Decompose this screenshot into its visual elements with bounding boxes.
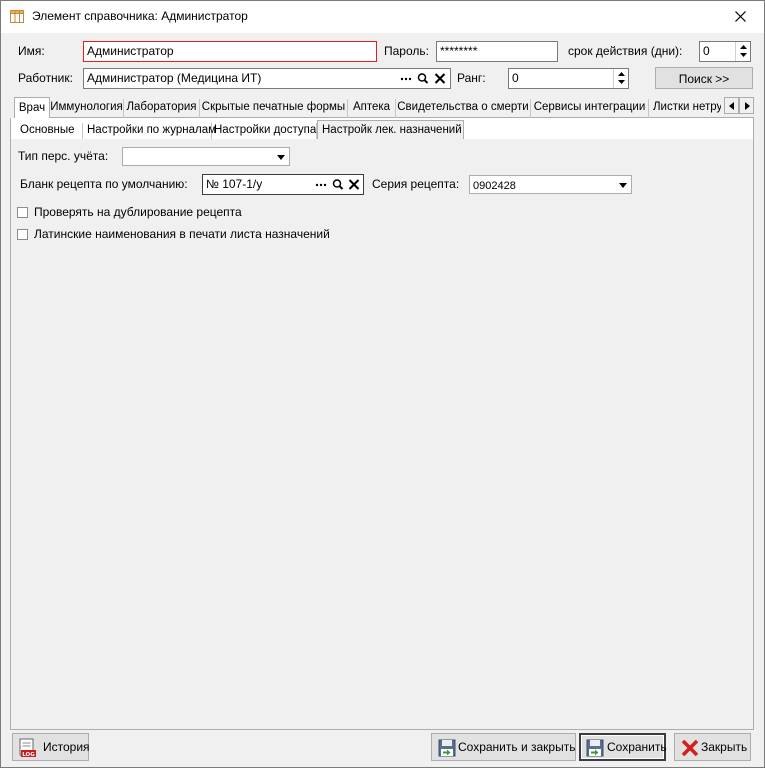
search-icon[interactable] <box>416 70 430 87</box>
save-button[interactable]: Сохранить <box>579 733 667 761</box>
clear-icon[interactable] <box>433 70 447 87</box>
tab-integration-services[interactable]: Сервисы интеграции <box>531 99 649 118</box>
footer-bar: LOG История Сохранить и закрыть Сохранит… <box>10 730 754 763</box>
series-label: Серия рецепта: <box>372 177 460 191</box>
validity-spin-buttons[interactable] <box>735 42 750 61</box>
validity-label: срок действия (дни): <box>568 44 683 58</box>
tab-scroll-right-button[interactable] <box>739 97 754 114</box>
save-label: Сохранить <box>607 740 667 754</box>
blank-label: Бланк рецепта по умолчанию: <box>20 177 188 191</box>
svg-text:LOG: LOG <box>22 752 35 758</box>
name-field[interactable]: Администратор <box>83 41 377 62</box>
subtab-journal-settings[interactable]: Настройки по журналам <box>83 123 216 140</box>
log-icon: LOG <box>19 738 36 758</box>
tab-pharmacy[interactable]: Аптека <box>348 99 396 118</box>
acc-type-select[interactable] <box>122 147 290 166</box>
series-value: 0902428 <box>473 180 516 192</box>
blank-value: № 107-1/у <box>206 177 263 191</box>
series-select[interactable]: 0902428 <box>469 175 632 194</box>
save-arrow-icon <box>586 739 604 757</box>
tab-immunology[interactable]: Иммунология <box>50 99 124 118</box>
tab-scroll-arrows <box>724 97 754 115</box>
tab-laboratory[interactable]: Лаборатория <box>124 99 200 118</box>
spin-down-icon <box>618 80 625 84</box>
search-icon[interactable] <box>331 176 345 193</box>
arrow-right-icon <box>745 102 750 110</box>
subtab-basic[interactable]: Основные <box>17 123 83 140</box>
close-label: Закрыть <box>701 740 748 754</box>
tab-scroll-left-button[interactable] <box>724 97 739 114</box>
spin-down-icon <box>740 53 747 57</box>
window-title: Элемент справочника: Администратор <box>32 9 248 23</box>
ellipsis-icon[interactable] <box>399 70 413 87</box>
save-and-close-label: Сохранить и закрыть <box>458 740 576 754</box>
subtab-access-settings[interactable]: Настройки доступа <box>212 123 317 140</box>
tab-death-certificates[interactable]: Свидетельства о смерти <box>396 99 531 118</box>
dropdown-arrow-icon <box>619 183 627 188</box>
latin-names-label[interactable]: Латинские наименования в печати листа на… <box>34 227 330 241</box>
password-field[interactable]: ******** <box>436 41 558 62</box>
latin-names-checkbox[interactable] <box>17 229 28 240</box>
rank-spinner[interactable]: 0 <box>508 68 629 89</box>
check-duplicate-label[interactable]: Проверять на дублирование рецепта <box>34 205 242 219</box>
worker-field[interactable]: Администратор (Медицина ИТ) <box>83 68 451 89</box>
close-icon <box>681 739 699 757</box>
title-bar: Элемент справочника: Администратор <box>1 1 764 33</box>
close-button[interactable]: Закрыть <box>674 733 751 761</box>
window-close-button[interactable] <box>718 1 764 32</box>
worker-value: Администратор (Медицина ИТ) <box>87 71 262 85</box>
ellipsis-icon[interactable] <box>314 176 328 193</box>
clear-icon[interactable] <box>347 176 361 193</box>
rank-spin-buttons[interactable] <box>613 69 628 88</box>
arrow-left-icon <box>729 102 734 110</box>
drug-prescription-settings-panel: Тип перс. учёта: Бланк рецепта по умолча… <box>11 139 753 729</box>
save-and-close-button[interactable]: Сохранить и закрыть <box>431 733 576 761</box>
dropdown-arrow-icon <box>277 155 285 160</box>
save-arrow-icon <box>438 739 456 757</box>
check-duplicate-checkbox[interactable] <box>17 207 28 218</box>
tab-doctor[interactable]: Врач <box>14 97 50 119</box>
sub-tab-strip: Основные Настройки по журналам Настройки… <box>11 120 753 141</box>
rank-value: 0 <box>512 71 519 85</box>
subtab-drug-prescription-settings[interactable]: Настройк лек. назначений <box>317 120 464 141</box>
password-label: Пароль: <box>384 44 429 58</box>
rank-label: Ранг: <box>457 71 486 85</box>
name-label: Имя: <box>18 44 45 58</box>
acc-type-label: Тип перс. учёта: <box>18 149 109 163</box>
table-icon <box>10 10 24 23</box>
search-button[interactable]: Поиск >> <box>655 67 753 89</box>
worker-label: Работник: <box>18 71 73 85</box>
main-tab-strip: Врач Иммунология Лаборатория Скрытые печ… <box>14 97 754 119</box>
doctor-tab-panel: Основные Настройки по журналам Настройки… <box>10 118 754 730</box>
blank-field[interactable]: № 107-1/у <box>202 174 364 195</box>
close-icon <box>735 11 746 22</box>
tab-hidden-print-forms[interactable]: Скрытые печатные формы <box>200 99 348 118</box>
validity-value: 0 <box>703 44 710 58</box>
dialog-window: Элемент справочника: Администратор Имя: … <box>0 0 765 768</box>
spin-up-icon <box>740 45 747 49</box>
tab-sick-leaves[interactable]: Листки нетру <box>649 99 721 118</box>
history-button-label: История <box>43 740 90 754</box>
validity-spinner[interactable]: 0 <box>699 41 751 62</box>
spin-up-icon <box>618 72 625 76</box>
history-button[interactable]: LOG История <box>12 733 90 761</box>
